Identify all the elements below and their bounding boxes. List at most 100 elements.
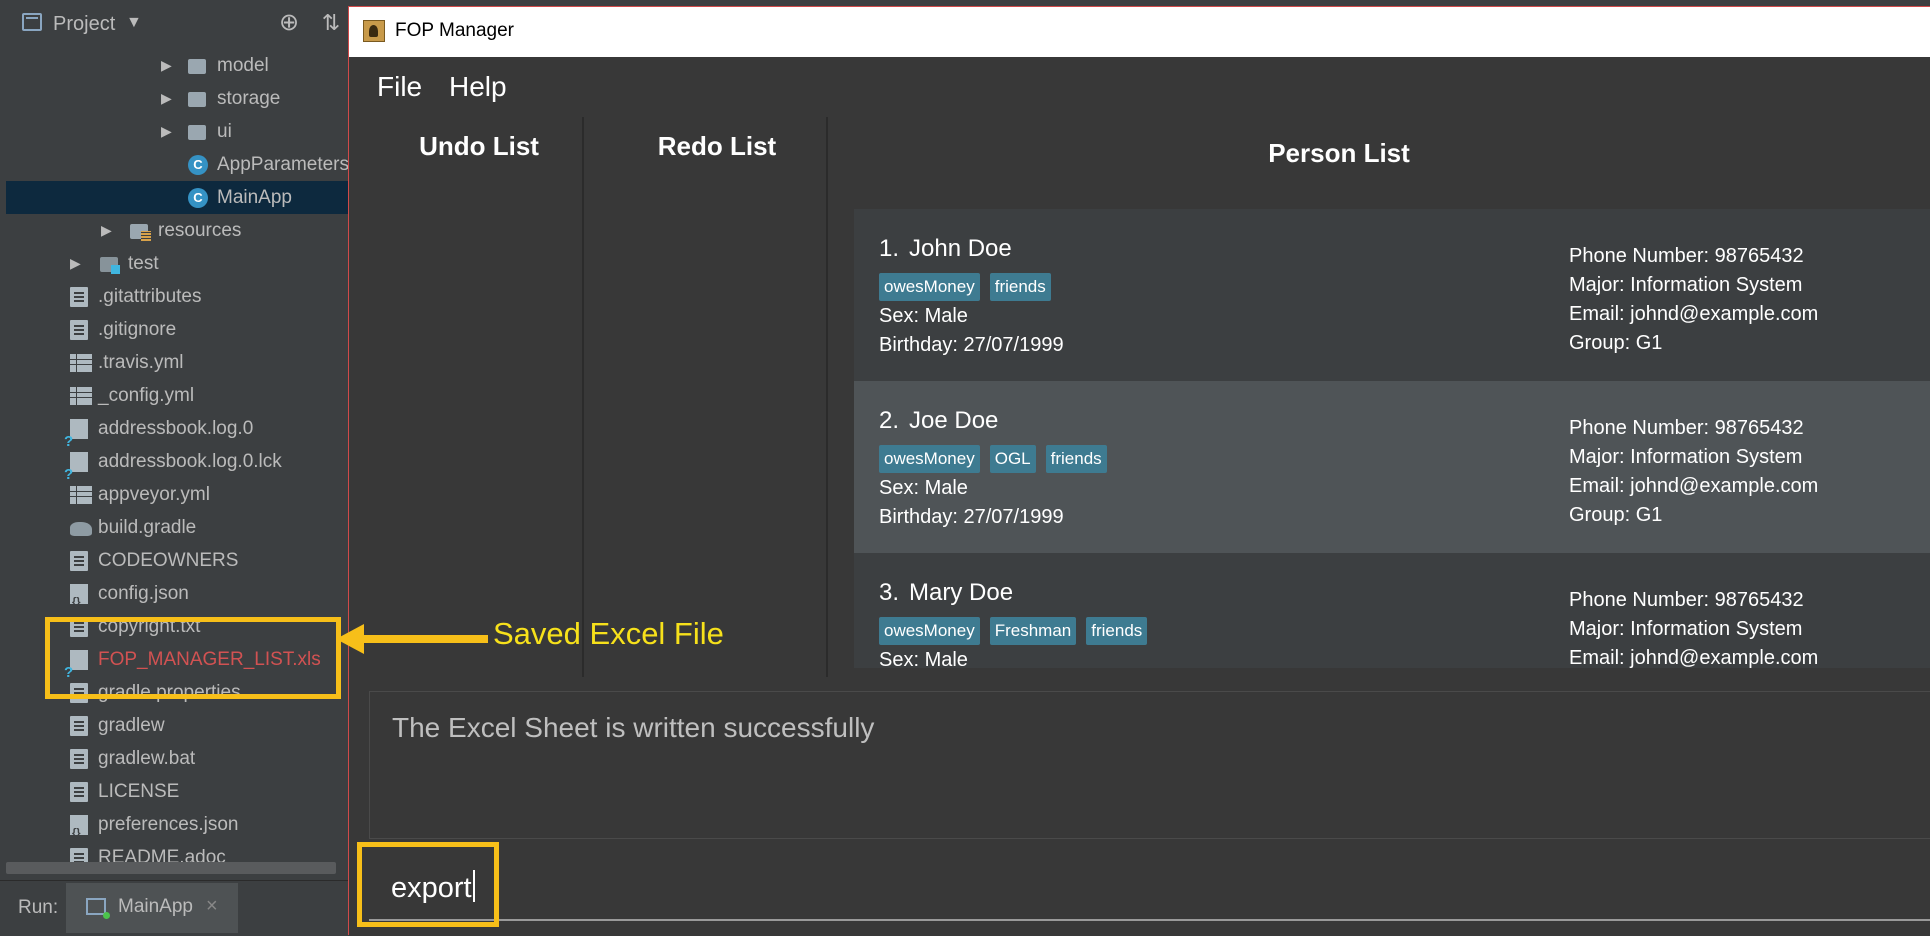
person-list-title: Person List [1268, 138, 1410, 168]
tree-item-label: addressbook.log.0 [98, 418, 254, 439]
person-index: 2. [879, 407, 900, 434]
app-icon [363, 20, 385, 42]
file-icon [70, 320, 88, 340]
menu-file[interactable]: File [377, 71, 422, 103]
tree-item-test[interactable]: ▶ test [6, 247, 348, 280]
tree-item-license[interactable]: LICENSE [6, 775, 348, 808]
person-tags: owesMoney Freshman friends [879, 617, 1148, 645]
annotation-arrow-icon [336, 624, 488, 654]
person-group: Group: G1 [1569, 332, 1663, 354]
expand-arrow-icon[interactable]: ▶ [70, 247, 84, 280]
person-name-line: 2. Joe Doe [879, 407, 998, 435]
table-file-icon [70, 354, 92, 372]
expand-arrow-icon[interactable]: ▶ [161, 115, 175, 148]
redo-list[interactable] [584, 177, 826, 677]
tree-item-label: resources [158, 220, 242, 241]
file-icon [70, 716, 88, 736]
tree-item-addressbook-log-0-lck[interactable]: addressbook.log.0.lck [6, 445, 348, 491]
file-icon [70, 782, 88, 802]
person-group: Group: G1 [1569, 504, 1663, 526]
file-icon [70, 551, 88, 571]
person-index: 3. [879, 579, 900, 606]
tree-item-ui[interactable]: ▶ ui [6, 115, 348, 148]
tree-item-gradlew[interactable]: gradlew [6, 709, 348, 742]
run-label: Run: [18, 897, 59, 918]
tree-item-appveyor-yml[interactable]: appveyor.yml [6, 478, 348, 511]
chevron-down-icon[interactable]: ▼ [126, 14, 142, 32]
tree-item-label: LICENSE [98, 781, 180, 802]
person-card[interactable]: 1. John Doe owesMoney friends Sex: Male B… [854, 209, 1930, 381]
locate-target-icon[interactable]: ⊕ [276, 10, 302, 36]
person-card[interactable]: 3. Mary Doe owesMoney Freshman friends Se… [854, 553, 1930, 668]
menu-bar: File Help [349, 57, 1930, 112]
json-file-icon [70, 584, 88, 619]
json-file-icon [70, 815, 88, 850]
run-console-icon [86, 898, 110, 919]
resources-folder-icon [130, 224, 151, 241]
file-icon [70, 287, 88, 307]
project-window-icon [22, 13, 42, 31]
tree-item-build-gradle[interactable]: build.gradle [6, 511, 348, 544]
tree-item-gradlew-bat[interactable]: gradlew.bat [6, 742, 348, 775]
tree-item-storage[interactable]: ▶ storage [6, 82, 348, 115]
person-birthday: Birthday: 27/07/1999 [879, 334, 1064, 356]
collapse-all-icon[interactable]: ⇅ [318, 10, 344, 36]
highlight-box-file [45, 617, 341, 699]
tag: Freshman [989, 617, 1077, 645]
tree-item-preferences-json[interactable]: preferences.json [6, 808, 348, 850]
annotation-label: Saved Excel File [493, 616, 724, 651]
horizontal-scrollbar[interactable] [6, 862, 336, 874]
command-box[interactable] [349, 845, 1930, 936]
tag: owesMoney [879, 445, 980, 473]
expand-arrow-icon[interactable]: ▶ [101, 214, 115, 247]
tree-item-travis-yml[interactable]: .travis.yml [6, 346, 348, 379]
person-phone: Phone Number: 98765432 [1569, 589, 1804, 611]
person-name: Joe Doe [909, 407, 999, 434]
close-icon[interactable]: × [206, 895, 218, 918]
tree-item-label: appveyor.yml [98, 484, 210, 505]
menu-help[interactable]: Help [449, 71, 507, 103]
tree-item-mainapp[interactable]: C MainApp [6, 181, 348, 214]
person-card[interactable]: 2. Joe Doe owesMoney OGL friends Sex: Mal… [854, 381, 1930, 553]
unknown-file-icon [64, 419, 88, 458]
project-panel-header: Project ▼ ⊕ ⇅ [0, 0, 348, 48]
redo-list-title: Redo List [657, 131, 777, 161]
tree-item-appparameters[interactable]: C AppParameters [6, 148, 350, 181]
tree-item-label: .gitattributes [98, 286, 202, 307]
tree-item-label: model [217, 55, 269, 76]
expand-arrow-icon[interactable]: ▶ [161, 49, 175, 82]
command-box-underline [369, 919, 1930, 921]
tree-item-config-yml[interactable]: _config.yml [6, 379, 348, 412]
unknown-file-icon [64, 452, 88, 491]
tree-item-codeowners[interactable]: CODEOWNERS [6, 544, 348, 577]
tree-item-config-json[interactable]: config.json [6, 577, 348, 619]
window-titlebar[interactable]: FOP Manager [349, 7, 1930, 57]
person-sex: Sex: Male [879, 305, 968, 327]
result-display[interactable]: The Excel Sheet is written successfully [369, 691, 1930, 839]
person-list[interactable]: 1. John Doe owesMoney friends Sex: Male B… [854, 209, 1930, 668]
tree-item-label: ui [217, 121, 232, 142]
tree-item-label: .travis.yml [98, 352, 184, 373]
run-tab-mainapp[interactable]: MainApp × [66, 883, 238, 933]
tag: OGL [989, 445, 1036, 473]
undo-list-title: Undo List [419, 131, 539, 161]
tree-item-gitattributes[interactable]: .gitattributes [6, 280, 348, 313]
tree-item-label: .gitignore [98, 319, 177, 340]
tree-item-label: AppParameters [217, 154, 350, 175]
tree-item-model[interactable]: ▶ model [6, 49, 348, 82]
divider[interactable] [826, 117, 828, 677]
person-tags: owesMoney OGL friends [879, 445, 1107, 473]
project-panel-title[interactable]: Project [53, 13, 115, 36]
tree-item-label: storage [217, 88, 281, 109]
person-name-line: 3. Mary Doe [879, 579, 1013, 607]
gradle-icon [70, 522, 92, 536]
person-name-line: 1. John Doe [879, 235, 1012, 263]
tree-item-resources[interactable]: ▶ resources [6, 214, 348, 247]
expand-arrow-icon[interactable]: ▶ [161, 82, 175, 115]
project-panel: Project ▼ ⊕ ⇅ ▶ model ▶ storage ▶ ui C AppParam… [0, 0, 350, 936]
tree-item-addressbook-log-0[interactable]: addressbook.log.0 [6, 412, 348, 458]
undo-list[interactable] [349, 177, 582, 677]
tree-item-label: MainApp [217, 187, 292, 208]
tag: friends [989, 273, 1051, 301]
tree-item-gitignore[interactable]: .gitignore [6, 313, 348, 346]
